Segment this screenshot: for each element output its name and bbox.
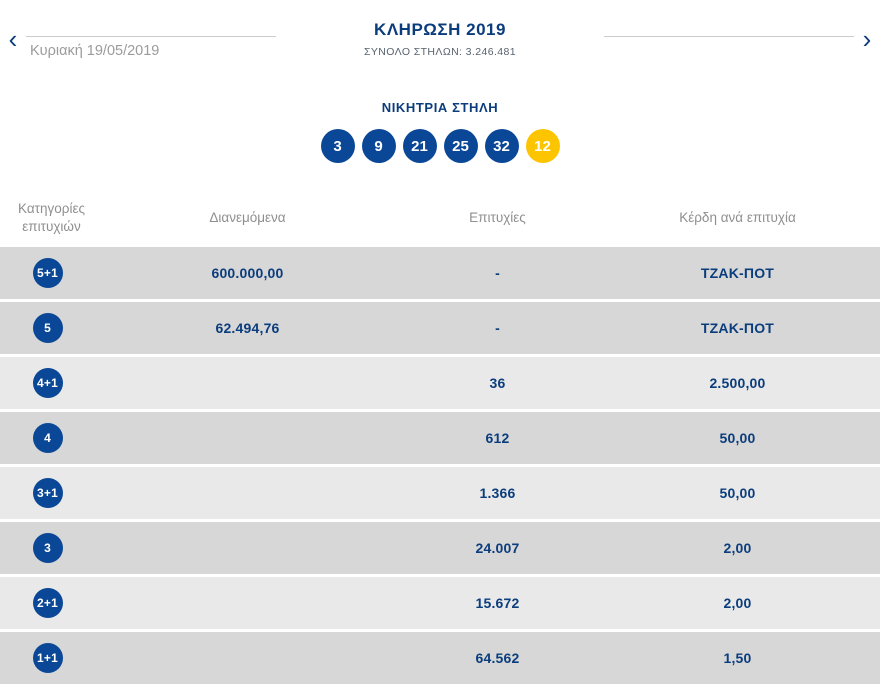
wins-value: 612 [485, 430, 510, 446]
table-header-row: Κατηγορίες επιτυχιών Διανεμόμενα Επιτυχί… [0, 189, 880, 247]
joker-draw-results-panel: ‹ Κυριακή 19/05/2019 ΚΛΗΡΩΣΗ 2019 ΣΥΝΟΛΟ… [0, 0, 880, 684]
profit-value: 50,00 [719, 485, 756, 501]
wins-value: 64.562 [475, 650, 520, 666]
wins-value: 15.672 [475, 595, 520, 611]
draw-header: ‹ Κυριακή 19/05/2019 ΚΛΗΡΩΣΗ 2019 ΣΥΝΟΛΟ… [0, 0, 880, 82]
distributed-value: 62.494,76 [215, 320, 280, 336]
wins-value: - [495, 265, 500, 281]
results-table: Κατηγορίες επιτυχιών Διανεμόμενα Επιτυχί… [0, 189, 880, 684]
draw-date: Κυριακή 19/05/2019 [30, 43, 160, 59]
category-badge: 1+1 [32, 643, 63, 673]
winning-column-section: ΝΙΚΗΤΡΙΑ ΣΤΗΛΗ 3 9 21 25 32 12 [0, 100, 880, 163]
table-row: 2+1 15.672 2,00 [0, 577, 880, 629]
winning-number-ball: 3 [320, 129, 355, 163]
prev-draw-button[interactable]: ‹ [0, 26, 26, 52]
col-header-categories: Κατηγορίες επιτυχιών [18, 200, 85, 234]
table-row: 4+1 36 2.500,00 [0, 357, 880, 409]
distributed-value: 600.000,00 [211, 265, 284, 281]
category-badge: 3 [32, 533, 63, 563]
table-row: 3 24.007 2,00 [0, 522, 880, 574]
col-header-profit: Κέρδη ανά επιτυχία [679, 209, 796, 225]
col-header-distributed: Διανεμόμενα [209, 209, 286, 225]
category-badge: 3+1 [32, 478, 63, 508]
profit-value: ΤΖΑΚ-ΠΟΤ [700, 265, 775, 281]
profit-value: 2,00 [723, 540, 752, 556]
profit-value: 50,00 [719, 430, 756, 446]
table-row: 1+1 64.562 1,50 [0, 632, 880, 684]
winning-column-label: ΝΙΚΗΤΡΙΑ ΣΤΗΛΗ [381, 100, 499, 115]
draw-title: ΚΛΗΡΩΣΗ 2019 [374, 20, 506, 39]
category-badge: 5 [32, 313, 63, 343]
category-badge: 5+1 [32, 258, 63, 288]
winning-number-ball: 21 [402, 129, 437, 163]
next-draw-button[interactable]: › [854, 26, 880, 52]
wins-value: 36 [489, 375, 506, 391]
wins-value: 24.007 [475, 540, 520, 556]
winning-number-ball: 32 [484, 129, 519, 163]
draw-total-columns: ΣΥΝΟΛΟ ΣΤΗΛΩΝ: 3.246.481 [363, 46, 516, 58]
category-badge: 2+1 [32, 588, 63, 618]
chevron-right-icon: › [862, 24, 872, 54]
category-badge: 4+1 [32, 368, 63, 398]
table-row: 5 62.494,76 - ΤΖΑΚ-ΠΟΤ [0, 302, 880, 354]
table-row: 3+1 1.366 50,00 [0, 467, 880, 519]
joker-number-ball: 12 [525, 129, 560, 163]
col-header-wins: Επιτυχίες [469, 209, 526, 225]
winning-number-ball: 9 [361, 129, 396, 163]
profit-value: 1,50 [723, 650, 752, 666]
divider-right-block [604, 20, 854, 37]
divider-line-right [604, 36, 854, 37]
winning-number-ball: 25 [443, 129, 478, 163]
wins-value: - [495, 320, 500, 336]
table-row: 4 612 50,00 [0, 412, 880, 464]
profit-value: ΤΖΑΚ-ΠΟΤ [700, 320, 775, 336]
draw-date-block: Κυριακή 19/05/2019 [26, 20, 276, 59]
table-row: 5+1 600.000,00 - ΤΖΑΚ-ΠΟΤ [0, 247, 880, 299]
profit-value: 2.500,00 [709, 375, 766, 391]
category-badge: 4 [32, 423, 63, 453]
profit-value: 2,00 [723, 595, 752, 611]
draw-title-block: ΚΛΗΡΩΣΗ 2019 ΣΥΝΟΛΟ ΣΤΗΛΩΝ: 3.246.481 [276, 20, 604, 58]
wins-value: 1.366 [479, 485, 516, 501]
winning-numbers-row: 3 9 21 25 32 12 [0, 129, 880, 163]
chevron-left-icon: ‹ [8, 24, 18, 54]
divider-line-left [26, 36, 276, 37]
